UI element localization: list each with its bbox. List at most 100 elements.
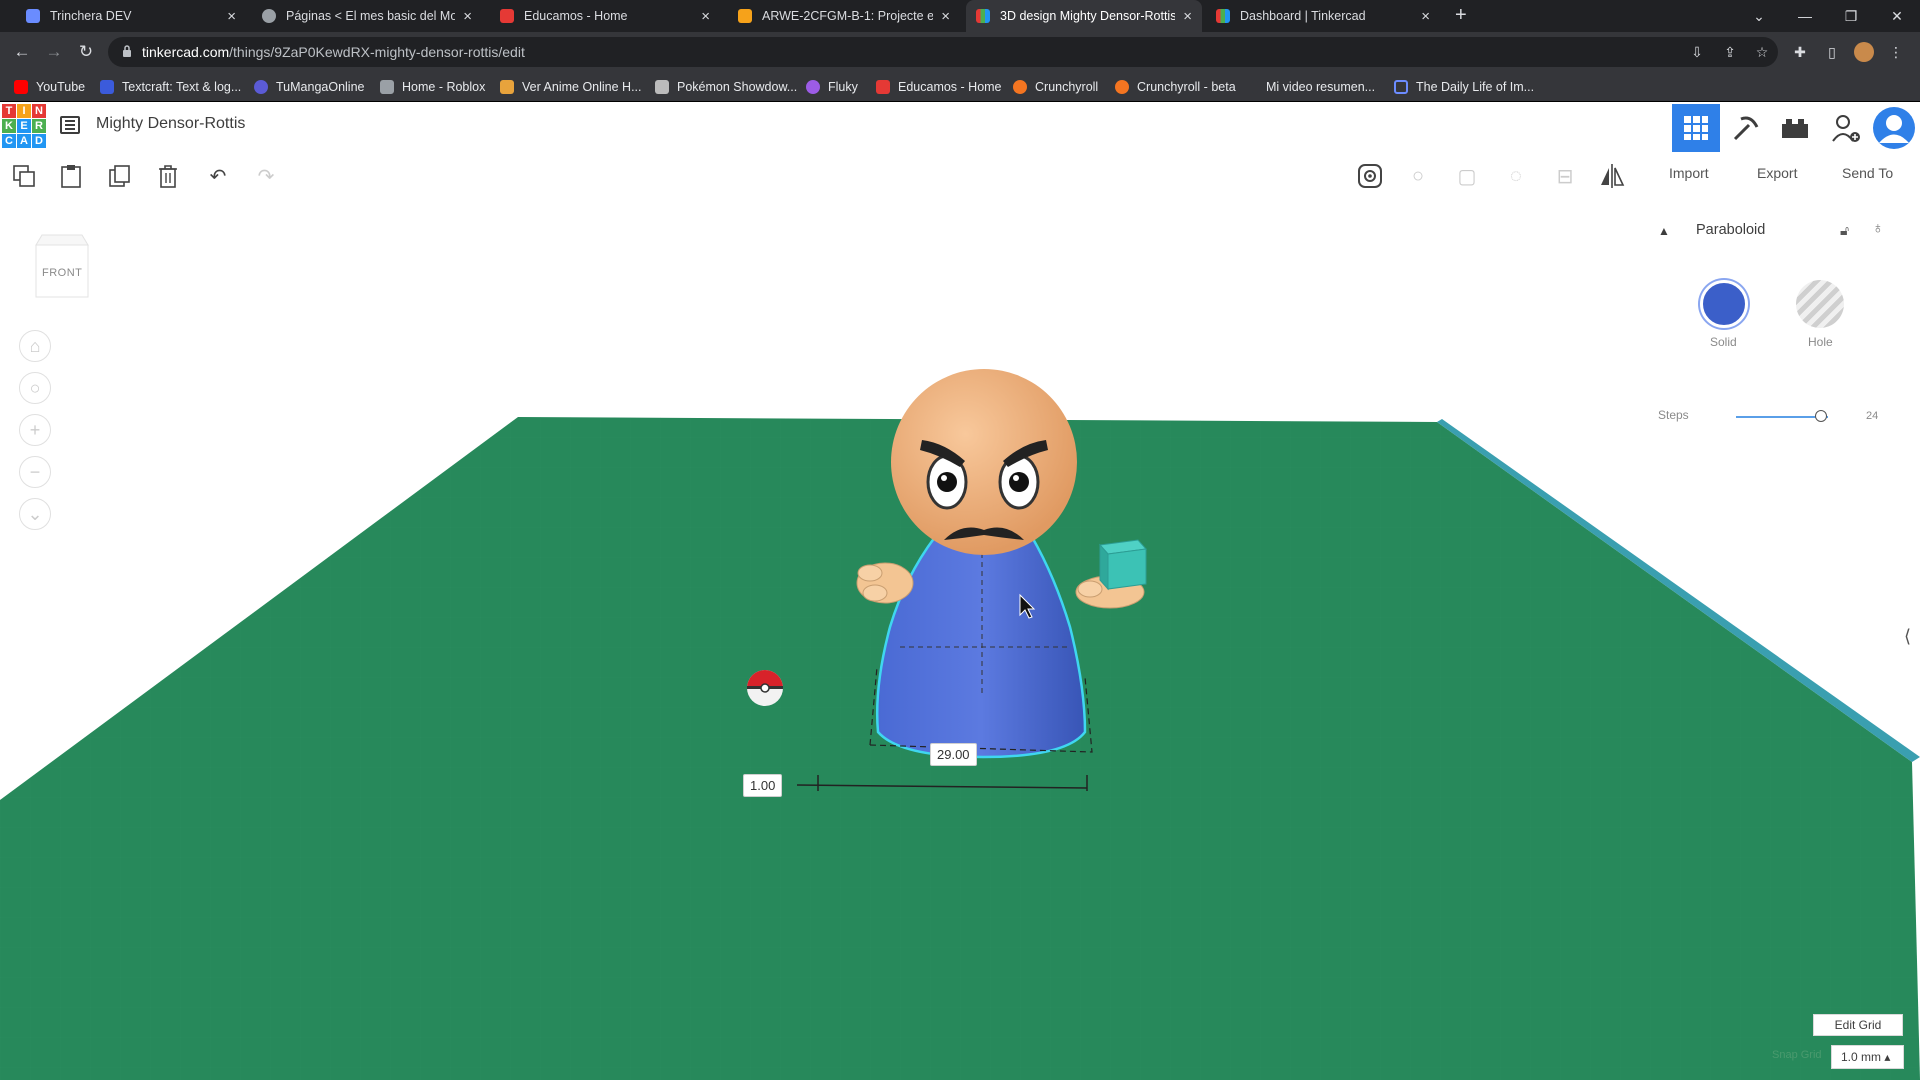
bookmark-label: The Daily Life of Im... [1416, 80, 1535, 94]
tab-arwe[interactable]: ARWE-2CFGM-B-1: Projecte ense × [728, 0, 960, 32]
lock-icon[interactable]: 🔓︎ [1840, 222, 1849, 239]
left-hand-shape[interactable] [856, 562, 914, 604]
zoom-in-icon[interactable]: + [19, 414, 51, 446]
globe-icon [262, 9, 276, 23]
bookmark-crunchyroll-beta[interactable]: Crunchyroll - beta [1115, 78, 1236, 96]
hole-button[interactable] [1796, 280, 1844, 328]
view-cube[interactable]: FRONT [30, 233, 94, 303]
orthographic-view-icon[interactable]: ⌄ [19, 498, 51, 530]
tab-dashboard[interactable]: Dashboard | Tinkercad × [1206, 0, 1440, 32]
teal-cube-shape[interactable] [1098, 539, 1148, 591]
bookmark-label: YouTube [36, 80, 86, 94]
import-button[interactable]: Import [1669, 165, 1709, 181]
forward-arrow-icon[interactable]: → [42, 40, 66, 64]
user-avatar-icon[interactable] [1870, 104, 1918, 152]
pokeball-shape[interactable] [747, 670, 783, 706]
bookmark-star-icon[interactable]: ☆ [1752, 42, 1772, 62]
light-bulb-icon[interactable]: ○ [1404, 162, 1432, 190]
copy-icon[interactable] [10, 162, 38, 190]
tab-title: Educamos - Home [524, 9, 628, 23]
steps-slider-handle[interactable] [1814, 410, 1827, 422]
share-icon[interactable]: ⇪ [1720, 42, 1740, 62]
steps-value[interactable]: 24 [1866, 410, 1878, 422]
collapse-panel-icon[interactable]: ▲ [1658, 224, 1670, 238]
delete-trash-icon[interactable] [154, 162, 182, 190]
close-icon[interactable]: × [1421, 8, 1430, 25]
bookmark-roblox[interactable]: Home - Roblox [380, 78, 485, 96]
duplicate-icon[interactable] [106, 162, 134, 190]
tab-paginas[interactable]: Páginas < El mes basic del Mode × [252, 0, 482, 32]
kebab-menu-icon[interactable]: ⋮ [1886, 42, 1906, 62]
bookmark-crunchyroll[interactable]: Crunchyroll [1013, 78, 1098, 96]
paste-icon[interactable] [57, 162, 85, 190]
workplane-scene[interactable] [0, 197, 1920, 1080]
youtube-icon [14, 80, 28, 94]
group-shape-icon[interactable]: ▢ [1453, 162, 1481, 190]
back-arrow-icon[interactable]: ← [10, 40, 34, 64]
tab-3d-design[interactable]: 3D design Mighty Densor-Rottis × [966, 0, 1202, 32]
head-sphere-shape[interactable] [891, 369, 1077, 555]
snap-grid-select[interactable]: 1.0 mm ▴ [1831, 1045, 1904, 1069]
send-to-button[interactable]: Send To [1842, 165, 1893, 181]
bookmark-tumangaonline[interactable]: TuMangaOnline [254, 78, 364, 96]
export-button[interactable]: Export [1757, 165, 1797, 181]
close-icon[interactable]: × [227, 8, 236, 25]
bookmark-educamos[interactable]: Educamos - Home [876, 78, 1002, 96]
new-tab-button[interactable]: + [1455, 4, 1467, 27]
educamos-favicon-icon [500, 9, 514, 23]
ungroup-shape-icon[interactable]: ◌ [1502, 162, 1530, 190]
bookmark-textcraft[interactable]: Textcraft: Text & log... [100, 78, 241, 96]
edit-grid-button[interactable]: Edit Grid [1813, 1014, 1903, 1036]
3d-viewport[interactable]: 29.00 1.00 [0, 197, 1920, 1080]
offset-dimension-field[interactable]: 1.00 [743, 774, 783, 797]
3d-view-grid-icon[interactable] [1672, 104, 1720, 152]
undo-icon[interactable]: ↶ [204, 162, 232, 190]
tab-title: ARWE-2CFGM-B-1: Projecte ense [762, 9, 934, 23]
camera-view-icon[interactable] [1356, 162, 1384, 190]
tinkercad-header [0, 102, 1920, 150]
bookmark-pokemon-showdown[interactable]: Pokémon Showdow... [655, 78, 797, 96]
bricks-icon[interactable] [1771, 104, 1819, 152]
bookmark-youtube[interactable]: YouTube [14, 78, 85, 96]
close-icon[interactable]: × [463, 8, 472, 25]
browser-tab-strip: Trinchera DEV × Páginas < El mes basic d… [0, 0, 1920, 32]
install-app-icon[interactable]: ⇩ [1687, 42, 1707, 62]
home-view-icon[interactable]: ⌂ [19, 330, 51, 362]
design-title[interactable]: Mighty Densor-Rottis [96, 115, 245, 133]
profile-avatar-icon[interactable] [1854, 42, 1874, 62]
bookmark-daily-life[interactable]: The Daily Life of Im... [1394, 78, 1534, 96]
tinkercad-logo[interactable]: T I N K E R C A D [2, 104, 46, 148]
bulb-icon[interactable]: ♁ [1872, 220, 1884, 238]
fit-view-icon[interactable]: ○ [19, 372, 51, 404]
window-close-icon[interactable]: ✕ [1874, 0, 1920, 32]
tab-search-chevron-icon[interactable]: ⌄ [1736, 0, 1782, 32]
side-panel-icon[interactable]: ▯ [1822, 42, 1842, 62]
tab-educamos[interactable]: Educamos - Home × [490, 0, 720, 32]
minimize-icon[interactable]: — [1782, 0, 1828, 32]
url-bar[interactable]: tinkercad.com/things/9ZaP0KewdRX-mighty-… [108, 37, 1778, 67]
bookmark-mi-video[interactable]: Mi video resumen... [1252, 78, 1375, 96]
bookmark-label: Fluky [828, 80, 858, 94]
side-panel-toggle-icon[interactable]: ⟨ [1904, 626, 1911, 647]
redo-icon[interactable]: ↷ [252, 162, 280, 190]
width-dimension-field[interactable]: 29.00 [930, 743, 977, 766]
codeblocks-pickaxe-icon[interactable] [1722, 104, 1770, 152]
extensions-puzzle-icon[interactable]: ✚ [1790, 42, 1810, 62]
tab-title: Trinchera DEV [50, 9, 132, 23]
mirror-flip-icon[interactable] [1598, 162, 1626, 190]
restore-icon[interactable]: ❐ [1828, 0, 1874, 32]
tab-trinchera-dev[interactable]: Trinchera DEV × [16, 0, 246, 32]
close-icon[interactable]: × [701, 8, 710, 25]
add-user-icon[interactable] [1822, 104, 1870, 152]
bookmark-anime[interactable]: Ver Anime Online H... [500, 78, 642, 96]
solid-color-button[interactable] [1700, 280, 1748, 328]
bookmark-label: Pokémon Showdow... [677, 80, 798, 94]
align-icon[interactable]: ⊟ [1551, 162, 1579, 190]
zoom-out-icon[interactable]: − [19, 456, 51, 488]
logo-letter: K [2, 119, 16, 133]
reload-icon[interactable]: ↻ [74, 40, 98, 64]
close-icon[interactable]: × [941, 8, 950, 25]
design-list-icon[interactable] [60, 116, 80, 134]
bookmark-fluky[interactable]: Fluky [806, 78, 858, 96]
close-icon[interactable]: × [1183, 8, 1192, 25]
